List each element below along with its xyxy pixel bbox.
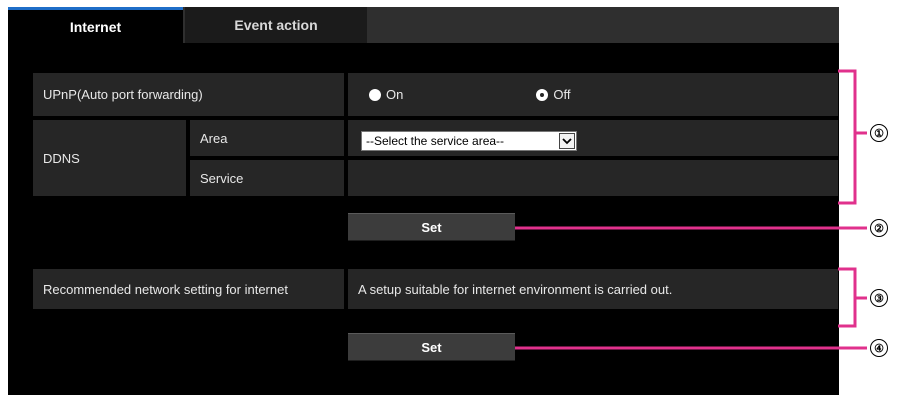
recommended-label-text: Recommended network setting for internet — [43, 281, 288, 297]
settings-panel: Internet Event action UPnP(Auto port for… — [8, 7, 839, 395]
callout-3: ③ — [870, 289, 888, 307]
tab-event-action[interactable]: Event action — [185, 7, 367, 43]
set-button-internet-label: Set — [421, 219, 442, 235]
ddns-area-label-text: Area — [200, 130, 228, 146]
bracket-3 — [838, 267, 857, 328]
tab-internet[interactable]: Internet — [8, 7, 183, 43]
set-button-recommended-label: Set — [421, 339, 442, 355]
ddns-area-cell: --Select the service area-- — [348, 120, 838, 156]
callout-2: ② — [870, 219, 888, 237]
set-button-internet[interactable]: Set — [348, 213, 515, 241]
ddns-service-value — [348, 160, 838, 196]
ddns-area-label: Area — [190, 120, 344, 156]
recommended-description: A setup suitable for internet environmen… — [348, 269, 838, 309]
radio-unchecked-icon — [369, 88, 381, 101]
bracket-1 — [838, 69, 857, 205]
ddns-label: DDNS — [33, 120, 186, 196]
upnp-off-label: Off — [553, 87, 571, 102]
callout-1: ① — [870, 124, 888, 142]
ddns-service-label: Service — [190, 160, 344, 196]
radio-checked-icon — [536, 88, 549, 101]
tab-bar: Internet Event action — [8, 7, 839, 43]
upnp-on-radio[interactable]: On — [369, 87, 403, 102]
upnp-label: UPnP(Auto port forwarding) — [33, 73, 344, 116]
service-area-select-value: --Select the service area-- — [366, 134, 505, 148]
recommended-description-text: A setup suitable for internet environmen… — [358, 281, 673, 297]
set-button-recommended[interactable]: Set — [348, 333, 515, 361]
upnp-on-label: On — [386, 87, 404, 102]
recommended-label: Recommended network setting for internet — [33, 269, 344, 309]
upnp-off-radio[interactable]: Off — [536, 87, 570, 102]
ddns-service-label-text: Service — [200, 170, 244, 186]
callout-4: ④ — [870, 339, 888, 357]
service-area-select[interactable]: --Select the service area-- — [361, 131, 577, 151]
upnp-options: On Off — [348, 73, 838, 116]
chevron-down-icon — [559, 133, 575, 149]
upnp-label-text: UPnP(Auto port forwarding) — [43, 87, 203, 102]
ddns-label-text: DDNS — [43, 150, 80, 166]
